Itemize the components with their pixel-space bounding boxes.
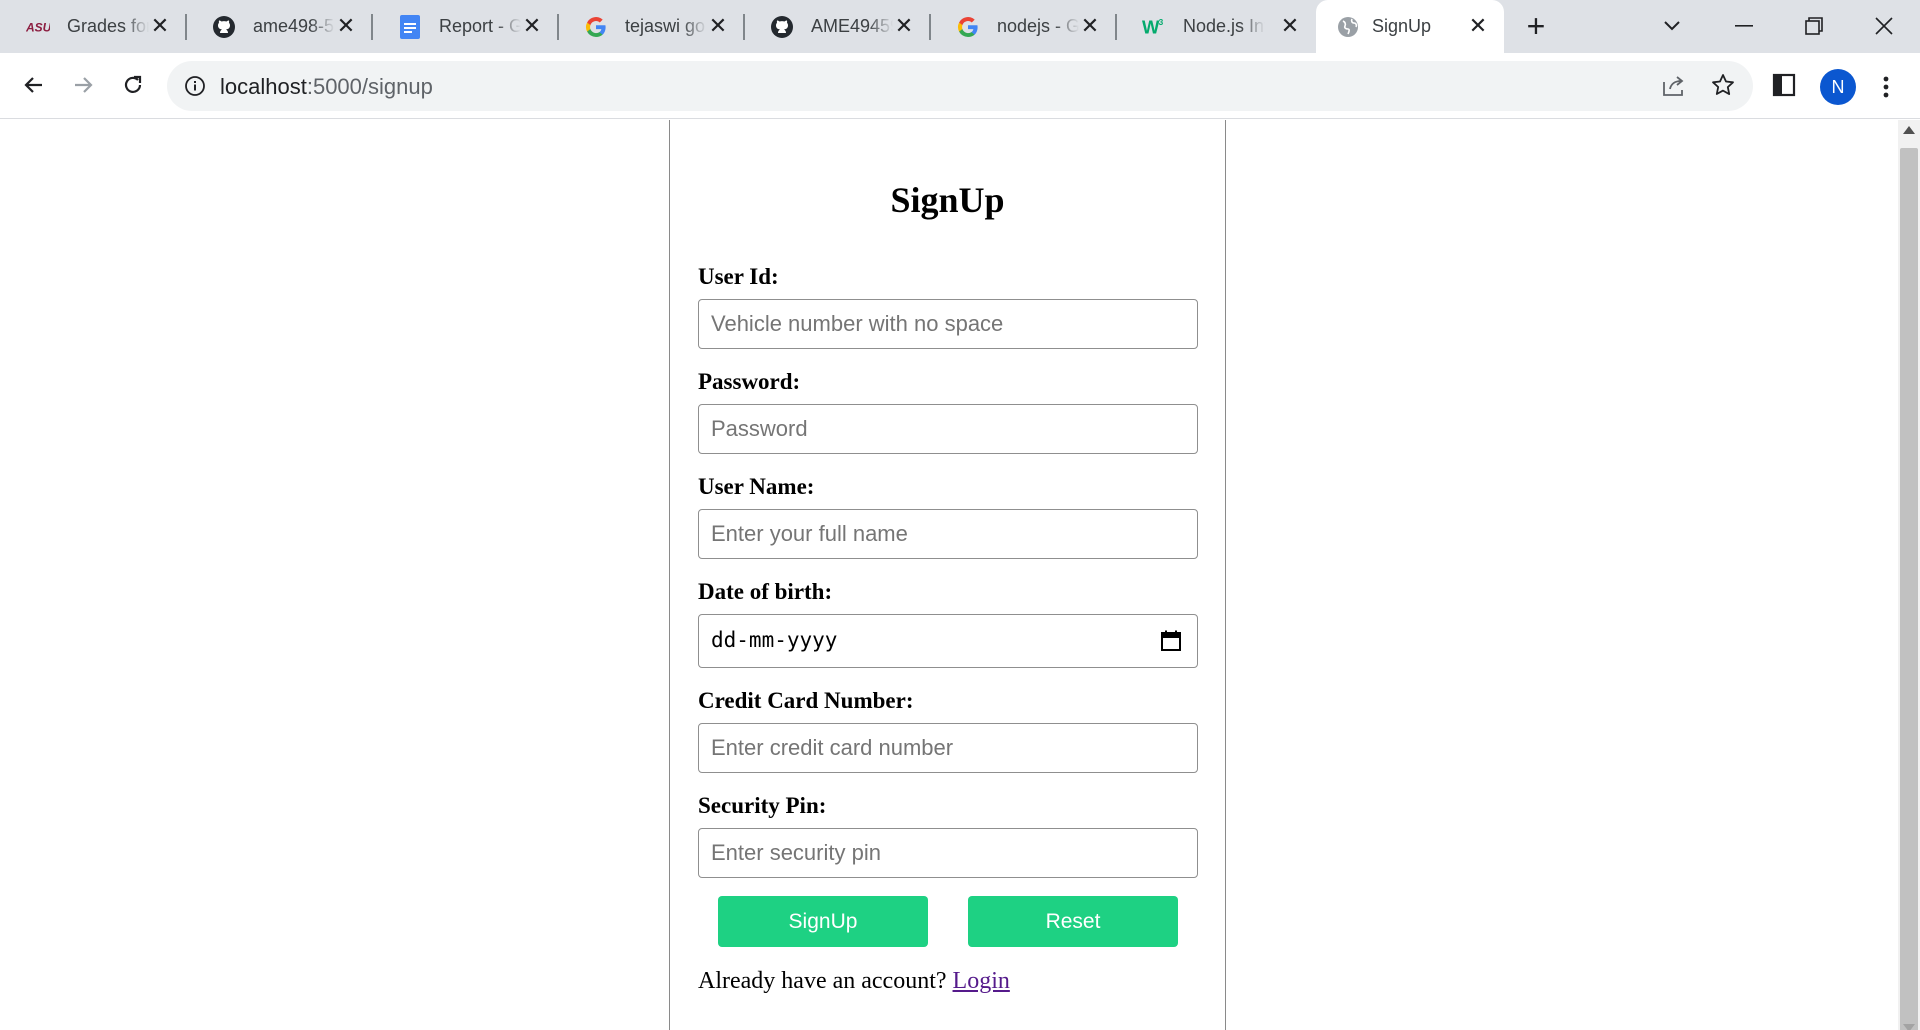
user-name-input[interactable] xyxy=(698,509,1198,559)
bookmark-star-icon[interactable] xyxy=(1710,72,1736,98)
dob-label: Date of birth: xyxy=(698,579,833,604)
asu-icon: ASU xyxy=(26,15,50,39)
site-info-icon[interactable] xyxy=(183,74,207,98)
new-tab-button[interactable]: + xyxy=(1522,10,1550,42)
signup-form: SignUp User Id: Password: User Name: Dat… xyxy=(669,120,1226,1030)
forward-arrow-icon[interactable] xyxy=(65,67,101,103)
kebab-menu-icon[interactable] xyxy=(1876,71,1896,103)
tab-report[interactable]: Report - G ✕ xyxy=(372,0,559,53)
tab-grades[interactable]: ASU Grades for ✕ xyxy=(0,0,187,53)
scrollbar-thumb[interactable] xyxy=(1900,148,1918,1030)
tab-title: nodejs - G xyxy=(997,16,1079,36)
dob-placeholder: dd-mm-yyyy xyxy=(711,628,838,652)
tab-signup[interactable]: SignUp ✕ xyxy=(1316,0,1504,53)
svg-text:3: 3 xyxy=(1159,17,1164,27)
browser-toolbar: localhost:5000/signup N xyxy=(0,53,1920,119)
globe-icon xyxy=(1336,15,1360,39)
tab-tejaswi[interactable]: tejaswi go ✕ xyxy=(558,0,745,53)
address-url[interactable]: localhost:5000/signup xyxy=(220,74,433,100)
vertical-scrollbar[interactable] xyxy=(1898,120,1920,1030)
close-icon[interactable]: ✕ xyxy=(1078,14,1102,38)
google-docs-icon xyxy=(398,15,422,39)
login-prompt: Already have an account? Login xyxy=(698,968,1010,995)
login-link[interactable]: Login xyxy=(953,968,1010,994)
user-id-input[interactable] xyxy=(698,299,1198,349)
tab-title: AME49459 xyxy=(811,16,893,36)
url-path: :5000/signup xyxy=(306,74,433,99)
address-bar[interactable]: localhost:5000/signup xyxy=(167,61,1753,111)
tab-title: SignUp xyxy=(1372,16,1432,36)
calendar-icon[interactable] xyxy=(1159,629,1183,653)
close-icon[interactable]: ✕ xyxy=(706,14,730,38)
close-icon[interactable]: ✕ xyxy=(334,14,358,38)
page-viewport: SignUp User Id: Password: User Name: Dat… xyxy=(0,120,1898,1030)
dob-date-input[interactable]: dd-mm-yyyy xyxy=(698,614,1198,668)
scroll-down-arrow-icon[interactable] xyxy=(1903,1024,1915,1030)
share-icon[interactable] xyxy=(1661,74,1687,98)
tab-ame498[interactable]: ame498-5 ✕ xyxy=(186,0,373,53)
tab-strip: ASU Grades for ✕ ame498-5 ✕ Report - G ✕… xyxy=(0,0,1920,53)
close-icon[interactable]: ✕ xyxy=(148,14,172,38)
google-icon xyxy=(584,15,608,39)
tab-ame49459[interactable]: AME49459 ✕ xyxy=(744,0,931,53)
close-icon[interactable]: ✕ xyxy=(1466,14,1490,38)
tab-search-icon[interactable] xyxy=(1652,8,1692,44)
tab-title: Grades for xyxy=(67,16,149,36)
password-label: Password: xyxy=(698,369,801,394)
google-icon xyxy=(956,15,980,39)
user-name-label: User Name: xyxy=(698,474,815,499)
security-pin-label: Security Pin: xyxy=(698,793,827,818)
page-title: SignUp xyxy=(890,180,1005,220)
svg-text:W: W xyxy=(1142,16,1160,37)
url-host: localhost xyxy=(220,74,307,99)
close-icon[interactable]: ✕ xyxy=(892,14,916,38)
tab-title: Report - G xyxy=(439,16,521,36)
tab-nodejs-google[interactable]: nodejs - G ✕ xyxy=(930,0,1117,53)
profile-avatar[interactable]: N xyxy=(1820,69,1856,105)
signup-button[interactable]: SignUp xyxy=(718,896,928,947)
close-icon[interactable]: ✕ xyxy=(520,14,544,38)
password-input[interactable] xyxy=(698,404,1198,454)
security-pin-input[interactable] xyxy=(698,828,1198,878)
restore-icon[interactable] xyxy=(1794,8,1834,44)
tab-title: ame498-5 xyxy=(253,16,335,36)
minimize-icon[interactable] xyxy=(1724,8,1764,44)
w3schools-icon: W3 xyxy=(1142,15,1166,39)
scroll-up-arrow-icon[interactable] xyxy=(1903,126,1915,134)
login-prompt-text: Already have an account? xyxy=(698,968,947,994)
window-close-icon[interactable] xyxy=(1864,8,1904,44)
reload-icon[interactable] xyxy=(115,67,151,103)
github-icon xyxy=(770,15,794,39)
svg-text:ASU: ASU xyxy=(26,21,50,34)
reset-button[interactable]: Reset xyxy=(968,896,1178,947)
side-panel-icon[interactable] xyxy=(1772,73,1800,101)
tab-title: tejaswi go xyxy=(625,16,706,36)
credit-card-input[interactable] xyxy=(698,723,1198,773)
user-id-label: User Id: xyxy=(698,264,779,289)
github-icon xyxy=(212,15,236,39)
close-icon[interactable]: ✕ xyxy=(1278,14,1302,38)
tab-title: Node.js Int xyxy=(1183,16,1265,36)
credit-card-label: Credit Card Number: xyxy=(698,688,914,713)
tab-nodejs-intro[interactable]: W3 Node.js Int ✕ xyxy=(1116,0,1316,53)
back-arrow-icon[interactable] xyxy=(16,67,52,103)
